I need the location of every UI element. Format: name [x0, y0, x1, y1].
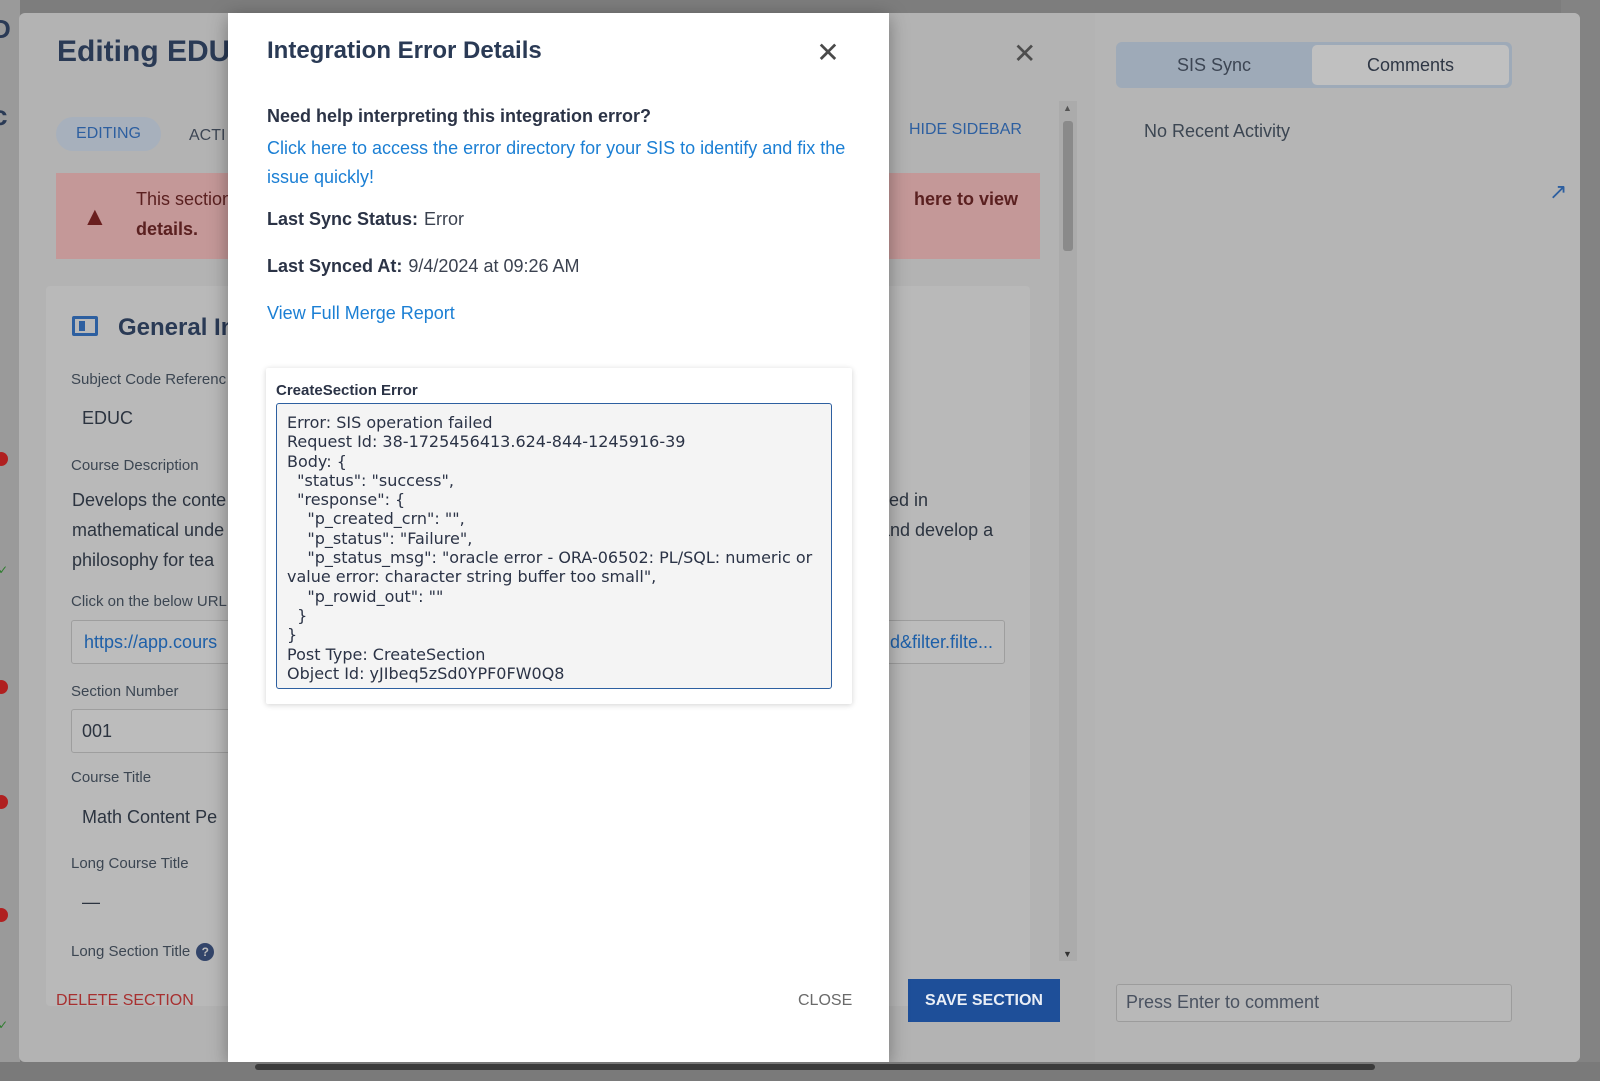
course-description-line: Develops the conte [72, 490, 227, 510]
error-directory-link[interactable]: Click here to access the error directory… [267, 134, 857, 192]
hide-sidebar-button[interactable]: HIDE SIDEBAR [909, 121, 1022, 139]
horizontal-scrollbar[interactable] [0, 1062, 1600, 1081]
long-section-title-text: Long Section Title [71, 943, 191, 960]
alert-link[interactable]: here to view [914, 189, 1018, 210]
scroll-up-arrow-icon[interactable]: ▲ [1063, 103, 1072, 113]
alert-text-bold[interactable]: details. [136, 219, 198, 240]
check-icon: ✓ [0, 563, 9, 577]
save-section-button[interactable]: SAVE SECTION [908, 979, 1060, 1022]
tab-activity[interactable]: ACTI [189, 127, 225, 145]
section-number-value: 001 [82, 721, 113, 741]
tab-comments[interactable]: Comments [1312, 45, 1509, 85]
error-textarea[interactable]: Error: SIS operation failed Request Id: … [276, 403, 832, 689]
close-icon[interactable]: ✕ [814, 39, 842, 67]
course-description-label: Course Description [71, 457, 199, 474]
scrollbar-thumb[interactable] [1063, 121, 1073, 251]
editor-title: Editing EDUC [57, 35, 252, 68]
background-page-sliver: D c ✓ ✓ [0, 0, 20, 1081]
help-icon[interactable]: ? [196, 943, 215, 961]
modal-title: Integration Error Details [267, 37, 542, 64]
help-question: Need help interpreting this integration … [267, 106, 652, 126]
long-section-title-label: Long Section Title? [71, 943, 215, 961]
long-course-title-value: — [82, 892, 100, 912]
check-icon: ✓ [0, 1018, 9, 1032]
sidebar-segmented-control: SIS Sync Comments [1116, 42, 1512, 88]
sliver-text: D [0, 14, 11, 44]
close-icon[interactable]: ✕ [1013, 37, 1036, 70]
last-sync-status-label: Last Sync Status: [267, 209, 419, 229]
status-dot [0, 795, 8, 809]
long-course-title-label: Long Course Title [71, 855, 189, 872]
panel-scrollbar[interactable]: ▲ ▼ [1059, 101, 1077, 961]
course-url-link-end[interactable]: nd&filter.filte... [880, 632, 993, 653]
no-activity-text: No Recent Activity [1144, 121, 1291, 141]
comment-input[interactable]: Press Enter to comment [1116, 984, 1512, 1022]
course-title-label: Course Title [71, 769, 152, 786]
url-label: Click on the below URL [71, 593, 227, 610]
last-synced-at-row: Last Synced At: 9/4/2024 at 09:26 AM [267, 256, 580, 277]
course-description-line: and develop a [880, 520, 994, 540]
close-button[interactable]: CLOSE [798, 992, 852, 1010]
course-title-value: Math Content Pe [82, 807, 218, 827]
subject-code-label: Subject Code Referenc [71, 371, 227, 388]
last-synced-at-label: Last Synced At: [267, 256, 403, 276]
tab-editing[interactable]: EDITING [56, 117, 161, 151]
warning-icon: ▲ [82, 201, 108, 231]
card-title: General In [118, 314, 236, 341]
last-synced-at-value: 9/4/2024 at 09:26 AM [408, 256, 580, 276]
subject-code-value: EDUC [82, 408, 134, 428]
view-merge-report-link[interactable]: View Full Merge Report [267, 303, 455, 324]
external-link-icon[interactable]: ↗ [1549, 179, 1567, 205]
last-sync-status-row: Last Sync Status: Error [267, 209, 464, 230]
error-card: CreateSection Error Error: SIS operation… [266, 368, 852, 704]
section-number-label: Section Number [71, 683, 179, 700]
scroll-down-arrow-icon[interactable]: ▼ [1063, 949, 1072, 959]
status-dot [0, 908, 8, 922]
course-description-line: mathematical unde [72, 520, 225, 540]
sliver-text: c [0, 100, 8, 132]
delete-section-button[interactable]: DELETE SECTION [56, 992, 194, 1010]
course-url-link[interactable]: https://app.cours [84, 632, 217, 653]
status-dot [0, 452, 8, 466]
card-icon [72, 316, 98, 336]
course-description-line: philosophy for tea [72, 550, 215, 570]
tab-sis-sync[interactable]: SIS Sync [1116, 42, 1312, 88]
integration-error-modal: Integration Error Details ✕ Need help in… [228, 13, 889, 1062]
error-label: CreateSection Error [276, 382, 418, 399]
comments-sidebar: SIS Sync Comments ↗ No Recent Activity P… [1095, 13, 1580, 1062]
status-dot [0, 680, 8, 694]
last-sync-status-value: Error [424, 209, 465, 229]
horizontal-scrollbar-thumb[interactable] [255, 1064, 1375, 1070]
